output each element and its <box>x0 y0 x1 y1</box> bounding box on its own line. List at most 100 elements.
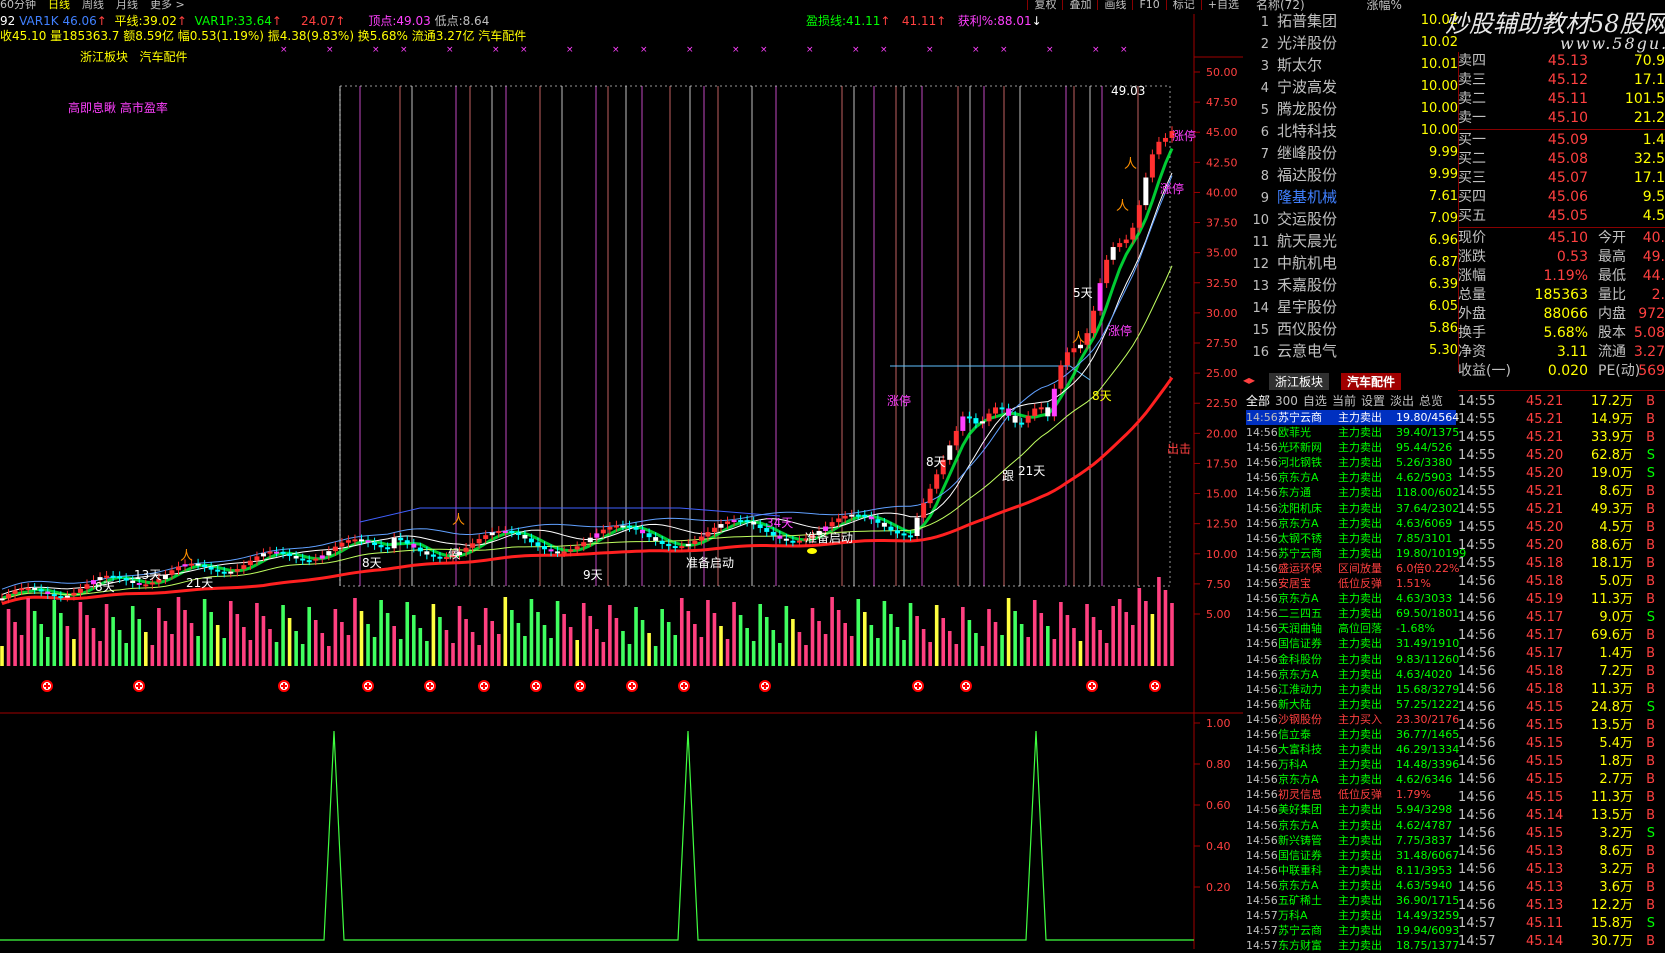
trade-price: 45.18 <box>1526 682 1564 697</box>
ticker-row[interactable]: 14:56苏宁云商 主力卖出 19.80/10199 <box>1246 546 1466 561</box>
ticker-filter-4[interactable]: 设置 <box>1361 394 1385 408</box>
ticker-filter-5[interactable]: 淡出 <box>1390 394 1414 408</box>
ticker-row[interactable]: 14:56盛运环保 区间放量 6.0倍0.22% <box>1246 561 1459 576</box>
ticker-time: 14:56 <box>1246 546 1278 560</box>
volume-bar <box>856 599 861 666</box>
trade-side: B <box>1646 862 1655 877</box>
period-daily[interactable]: 日线 <box>48 0 70 10</box>
ticker-row[interactable]: 14:56中联重科 主力卖出 8.11/3953 <box>1246 863 1456 878</box>
ticker-row[interactable]: 14:56大富科技 主力卖出 46.29/1334 <box>1246 742 1459 757</box>
stock-list-item[interactable]: 11 航天晨光 6.96 <box>1243 230 1458 252</box>
stock-list-item[interactable]: 3 斯太尔 10.01 <box>1243 54 1458 76</box>
ticker-filter-2[interactable]: 自选 <box>1303 394 1327 408</box>
stock-list-item[interactable]: 2 光洋股份 10.02 <box>1243 32 1458 54</box>
kline-chart[interactable]: 50.00 47.50 45.00 42.50 40.00 37.50 35.00 32.50… <box>0 14 1243 949</box>
stock-list-item[interactable]: 15 西仪股份 5.86 <box>1243 318 1458 340</box>
ticker-filter-0[interactable]: 全部 <box>1246 394 1270 408</box>
ticker-time: 14:56 <box>1246 577 1278 591</box>
stock-rank: 7 <box>1260 147 1269 162</box>
ticker-stock: 盛运环保 <box>1278 561 1322 575</box>
stock-list-item[interactable]: 5 腾龙股份 10.00 <box>1243 98 1458 120</box>
stock-list-item[interactable]: 12 中航机电 6.87 <box>1243 252 1458 274</box>
orderbook-level: 卖二 45.11 101.5 <box>1458 90 1665 109</box>
stock-list-item[interactable]: 13 禾嘉股份 6.39 <box>1243 274 1458 296</box>
candle-body <box>1032 408 1038 416</box>
stock-list-item[interactable]: 4 宁波高发 10.00 <box>1243 76 1458 98</box>
overlay-button[interactable]: 叠加 <box>1062 0 1097 10</box>
ticker-time: 14:56 <box>1246 652 1278 666</box>
ticker-row[interactable]: 14:56京东方A 主力卖出 4.63/6069 <box>1246 516 1456 531</box>
candle-body <box>1149 154 1155 178</box>
ticker-row[interactable]: 14:56五矿稀土 主力卖出 36.90/1715 <box>1246 893 1459 908</box>
ticker-row[interactable]: 14:56京东方A 主力卖出 4.62/4787 <box>1246 818 1456 833</box>
d21-label-2: 21天 <box>186 576 214 590</box>
ticker-row[interactable]: 14:57东方财富 主力卖出 18.75/1377 <box>1246 938 1459 953</box>
stock-list-item[interactable]: 9 隆基机械 7.61 <box>1243 186 1458 208</box>
ticker-row[interactable]: 14:56京东方A 主力卖出 4.63/3033 <box>1246 591 1456 606</box>
ticker-row[interactable]: 14:56东方通 主力卖出 118.00/602 <box>1246 485 1459 500</box>
stock-list-item[interactable]: 7 继峰股份 9.99 <box>1243 142 1458 164</box>
ticker-filter-3[interactable]: 当前 <box>1332 394 1356 408</box>
cross-marker: × <box>520 45 528 55</box>
stock-list-item[interactable]: 14 星宇股份 6.05 <box>1243 296 1458 318</box>
f10-button[interactable]: F10 <box>1132 0 1165 10</box>
volume-bar <box>778 643 782 666</box>
ticker-row[interactable]: 14:57万科A 主力卖出 14.49/3259 <box>1246 908 1459 923</box>
ticker-row[interactable]: 14:56新大陆 主力卖出 57.25/1222 <box>1246 697 1459 712</box>
ticker-row[interactable]: 14:56初灵信息 低位反弹 1.79% <box>1246 787 1456 802</box>
draw-line-button[interactable]: 画线 <box>1097 0 1132 10</box>
ticker-detail: 31.49/1910 <box>1396 637 1460 651</box>
ticker-row[interactable]: 14:56沙钢股份 主力买入 23.30/2176 <box>1246 712 1459 727</box>
stock-list-item[interactable]: 6 北特科技 10.00 <box>1243 120 1458 142</box>
ticker-row[interactable]: 14:56沈阳机床 主力卖出 37.64/2302 <box>1246 501 1459 516</box>
ticker-row[interactable]: 14:56万科A 主力卖出 14.48/3396 <box>1246 757 1459 772</box>
stock-rank: 10 <box>1252 213 1269 228</box>
ticker-row[interactable]: 14:56美好集团 主力卖出 5.94/3298 <box>1246 802 1456 817</box>
ticker-row[interactable]: 14:56河北钢铁 主力卖出 5.26/3380 <box>1246 455 1456 470</box>
ticker-row[interactable]: 14:57苏宁云商 主力卖出 19.94/6093 <box>1246 923 1459 938</box>
add-watchlist-button[interactable]: +自选 <box>1200 0 1245 10</box>
ticker-row[interactable]: 14:56太钢不锈 主力卖出 7.85/3101 <box>1246 531 1456 546</box>
volume-bar <box>843 623 847 666</box>
stock-list-item[interactable]: 1 拓普集团 10.02 <box>1243 10 1458 32</box>
ticker-row[interactable]: 14:56新兴铸管 主力卖出 7.75/3837 <box>1246 833 1456 848</box>
ticker-row[interactable]: 14:56信立泰 主力卖出 36.77/1465 <box>1246 727 1459 742</box>
candle-body <box>986 413 992 422</box>
ticker-row[interactable]: 14:56国信证券 主力卖出 31.48/6067 <box>1246 848 1459 863</box>
ticker-row[interactable]: 14:56天润曲轴 高位回落 -1.68% <box>1246 621 1456 636</box>
ticker-row[interactable]: 14:56欧菲光 主力卖出 39.40/1375 <box>1246 425 1459 440</box>
mark-button[interactable]: 标记 <box>1165 0 1201 10</box>
ticker-row[interactable]: 14:56京东方A 主力卖出 4.63/5940 <box>1246 878 1456 893</box>
ticker-row[interactable]: 14:56二三四五 主力卖出 69.50/1801 <box>1246 606 1459 621</box>
ticker-row[interactable]: 14:56京东方A 主力卖出 4.62/6346 <box>1246 772 1456 787</box>
fuquan-button[interactable]: 复权 <box>1027 0 1062 10</box>
period-more[interactable]: 更多 > <box>150 0 185 10</box>
ticker-row[interactable]: 14:56江淮动力 主力卖出 15.68/3279 <box>1246 682 1459 697</box>
ticker-row[interactable]: 14:56京东方A 主力卖出 4.63/4020 <box>1246 667 1456 682</box>
candle-body <box>332 546 338 552</box>
ticker-row[interactable]: 14:56苏宁云商 主力卖出 19.80/4564 <box>1246 410 1459 426</box>
ticker-row[interactable]: 14:56京东方A 主力卖出 4.62/5903 <box>1246 470 1456 485</box>
candle-body <box>888 526 894 531</box>
tab-zhejiang[interactable]: 浙江板块 <box>1269 373 1330 390</box>
candle-body <box>1130 227 1136 240</box>
stock-list-item[interactable]: 16 云意电气 5.30 <box>1243 340 1458 362</box>
stock-list-item[interactable]: 8 福达股份 9.99 <box>1243 164 1458 186</box>
volume-bar <box>59 613 63 666</box>
ticker-filter-1[interactable]: 300 <box>1275 394 1298 408</box>
trade-price: 45.17 <box>1526 610 1564 625</box>
trade-volume: 33.9万 <box>1591 430 1633 445</box>
ticker-row[interactable]: 14:56国信证券 主力卖出 31.49/1910 <box>1246 636 1460 651</box>
tab-auto-parts[interactable]: 汽车配件 <box>1341 373 1402 390</box>
stock-list-item[interactable]: 10 交运股份 7.09 <box>1243 208 1458 230</box>
ticker-filter-6[interactable]: 总览 <box>1419 394 1443 408</box>
period-monthly[interactable]: 月线 <box>116 0 138 10</box>
ticker-row[interactable]: 14:56安居宝 低位反弹 1.51% <box>1246 576 1456 591</box>
stock-name: 星宇股份 <box>1277 298 1338 316</box>
period-60min[interactable]: 60分钟 <box>0 0 36 10</box>
ticker-row[interactable]: 14:56光环新网 主力卖出 95.44/526 <box>1246 440 1456 455</box>
ticker-row[interactable]: 14:56金科股份 主力卖出 9.83/11260 <box>1246 652 1459 667</box>
period-weekly[interactable]: 周线 <box>82 0 104 10</box>
trade-price: 45.13 <box>1526 898 1564 913</box>
ticker-detail: 8.11/3953 <box>1396 863 1453 877</box>
